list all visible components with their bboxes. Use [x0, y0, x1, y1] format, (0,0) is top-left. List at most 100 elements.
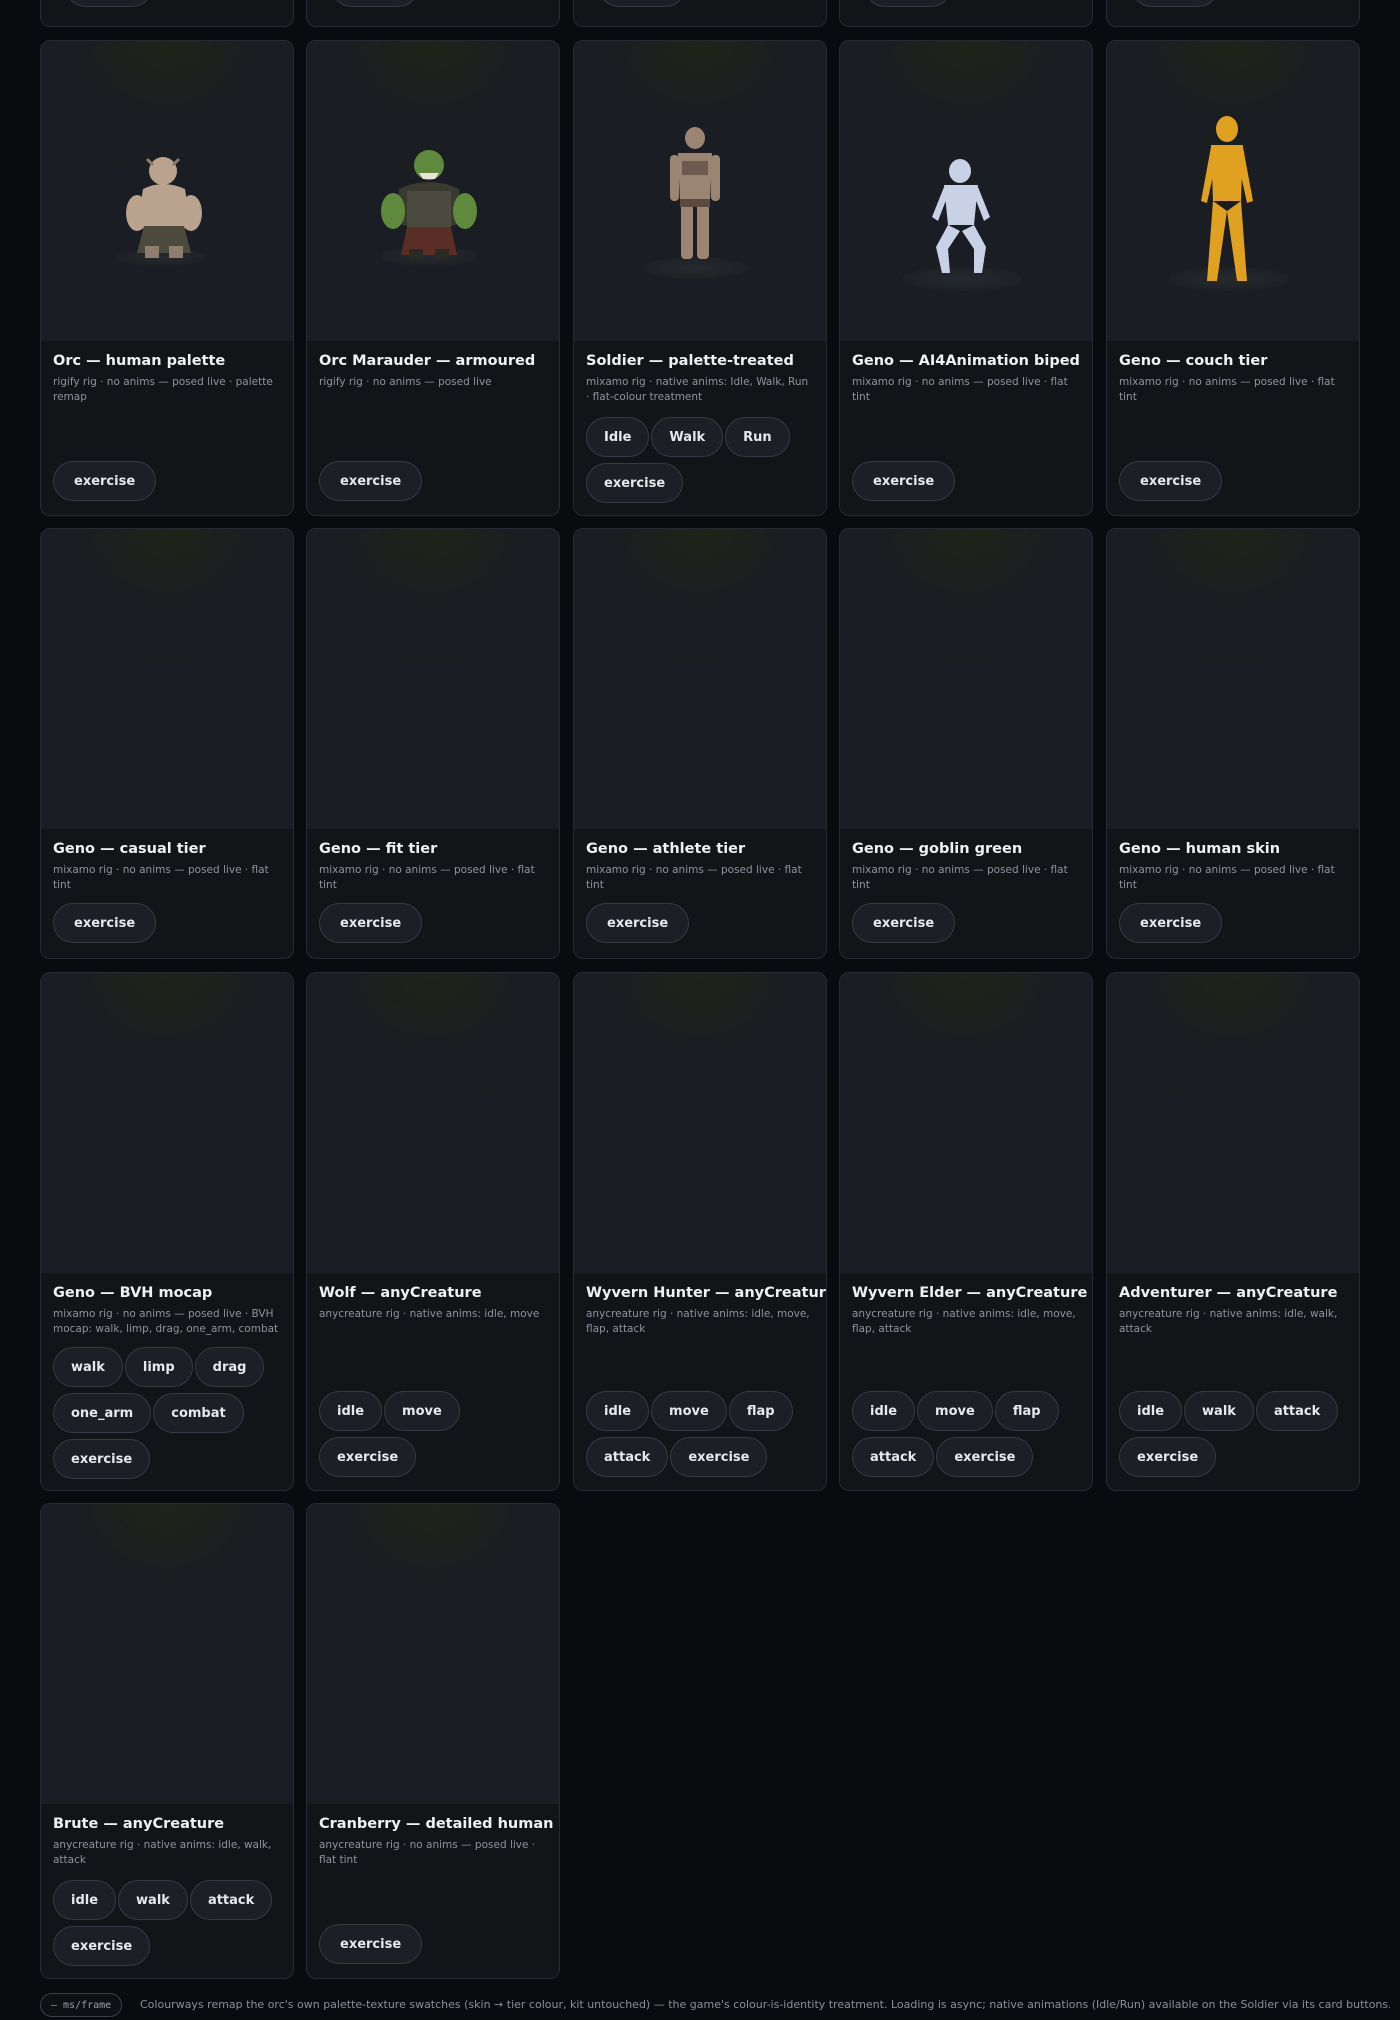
exercise-button[interactable]: exercise — [319, 1437, 417, 1477]
model-preview[interactable] — [41, 41, 293, 341]
card-title: Orc — human palette — [53, 353, 226, 369]
exercise-button[interactable]: exercise — [852, 461, 956, 501]
model-preview[interactable] — [840, 529, 1092, 829]
card-title: Wolf — anyCreature — [319, 1285, 482, 1301]
card-title: Wyvern Elder — anyCreature — [852, 1285, 1088, 1301]
anim-drag-button[interactable]: drag — [194, 1347, 265, 1387]
model-preview[interactable] — [307, 973, 559, 1273]
biped-figure-image — [932, 159, 990, 273]
card-subtitle: mixamo rig · no anims — posed live · fla… — [53, 864, 269, 891]
card-partial — [306, 0, 560, 27]
card-title: Brute — anyCreature — [53, 1816, 225, 1832]
anim-walk-button[interactable]: Walk — [651, 417, 724, 457]
character-card: Wolf — anyCreature anycreature rig · nat… — [306, 972, 560, 1491]
exercise-button[interactable]: exercise — [1119, 1437, 1217, 1477]
card-partial — [573, 0, 827, 27]
anim-idle-button[interactable]: idle — [1119, 1391, 1183, 1431]
anim-limp-button[interactable]: limp — [124, 1347, 193, 1387]
exercise-button[interactable]: exercise — [319, 1924, 423, 1964]
exercise-button[interactable]: exercise — [936, 1437, 1034, 1477]
exercise-button[interactable]: exercise — [319, 903, 423, 943]
anim-idle-button[interactable]: idle — [852, 1391, 916, 1431]
model-preview[interactable] — [41, 973, 293, 1273]
card-title: Cranberry — detailed human — [319, 1816, 554, 1832]
character-card: Geno — casual tier mixamo rig · no anims… — [40, 528, 294, 959]
anim-attack-button[interactable]: attack — [852, 1437, 935, 1477]
model-preview[interactable] — [41, 1504, 293, 1804]
exercise-button[interactable] — [864, 0, 952, 7]
model-preview[interactable] — [307, 1504, 559, 1804]
soldier-figure-image — [670, 127, 720, 259]
anim-attack-button[interactable]: attack — [586, 1437, 669, 1477]
card-subtitle: mixamo rig · no anims — posed live · BVH… — [53, 1308, 279, 1335]
character-card: Geno — AI4Animation biped mixamo rig · n… — [839, 40, 1093, 516]
character-card: Geno — fit tier mixamo rig · no anims — … — [306, 528, 560, 959]
anim-one-arm-button[interactable]: one_arm — [53, 1393, 152, 1433]
model-preview[interactable] — [41, 529, 293, 829]
card-title: Geno — fit tier — [319, 841, 438, 857]
character-card: Orc Marauder — armoured rigify rig · no … — [306, 40, 560, 516]
card-title: Geno — human skin — [1119, 841, 1281, 857]
character-card: Soldier — palette-treated mixamo rig · n… — [573, 40, 827, 516]
anim-walk-button[interactable]: walk — [53, 1347, 123, 1387]
exercise-button[interactable]: exercise — [1119, 903, 1223, 943]
card-subtitle: mixamo rig · native anims: Idle, Walk, R… — [586, 376, 809, 403]
card-title: Geno — AI4Animation biped — [852, 353, 1080, 369]
exercise-button[interactable] — [331, 0, 419, 7]
exercise-button[interactable]: exercise — [319, 461, 423, 501]
exercise-button[interactable]: exercise — [586, 463, 684, 503]
anim-idle-button[interactable]: idle — [319, 1391, 383, 1431]
anim-flap-button[interactable]: flap — [994, 1391, 1059, 1431]
exercise-button[interactable]: exercise — [1119, 461, 1223, 501]
model-preview[interactable] — [307, 41, 559, 341]
exercise-button[interactable]: exercise — [53, 461, 157, 501]
exercise-button[interactable]: exercise — [670, 1437, 768, 1477]
anim-idle-button[interactable]: idle — [586, 1391, 650, 1431]
exercise-button[interactable]: exercise — [53, 1926, 151, 1966]
exercise-button[interactable] — [598, 0, 686, 7]
anim-idle-button[interactable]: idle — [53, 1880, 117, 1920]
model-preview[interactable] — [840, 973, 1092, 1273]
card-title: Adventurer — anyCreature — [1119, 1285, 1338, 1301]
model-preview[interactable] — [574, 41, 826, 341]
exercise-button[interactable] — [1131, 0, 1219, 7]
orc-figure-image — [126, 157, 202, 258]
exercise-button[interactable]: exercise — [53, 1439, 151, 1479]
card-partial — [40, 0, 294, 27]
model-preview[interactable] — [574, 529, 826, 829]
card-partial — [1106, 0, 1360, 27]
anim-walk-button[interactable]: walk — [1184, 1391, 1254, 1431]
model-preview[interactable] — [1107, 973, 1359, 1273]
card-title: Geno — goblin green — [852, 841, 1023, 857]
anim-attack-button[interactable]: attack — [1255, 1391, 1339, 1431]
anim-move-button[interactable]: move — [384, 1391, 460, 1431]
model-preview[interactable] — [1107, 529, 1359, 829]
model-preview[interactable] — [307, 529, 559, 829]
card-title: Geno — couch tier — [1119, 353, 1268, 369]
exercise-button[interactable] — [65, 0, 153, 7]
anim-run-button[interactable]: Run — [725, 417, 790, 457]
exercise-button[interactable]: exercise — [852, 903, 956, 943]
card-title: Wyvern Hunter — anyCreature — [586, 1285, 827, 1301]
anim-move-button[interactable]: move — [651, 1391, 727, 1431]
exercise-button[interactable]: exercise — [586, 903, 690, 943]
anim-walk-button[interactable]: walk — [118, 1880, 188, 1920]
card-subtitle: anycreature rig · native anims: idle, wa… — [53, 1839, 272, 1866]
card-partial — [839, 0, 1093, 27]
anim-flap-button[interactable]: flap — [728, 1391, 793, 1431]
character-card: Brute — anyCreature anycreature rig · na… — [40, 1503, 294, 1979]
character-card: Wyvern Hunter — anyCreature anycreature … — [573, 972, 827, 1491]
anim-move-button[interactable]: move — [917, 1391, 993, 1431]
orc-marauder-figure-image — [381, 150, 477, 259]
model-preview[interactable] — [574, 973, 826, 1273]
couch-tier-figure-image — [1201, 116, 1253, 281]
anim-attack-button[interactable]: attack — [189, 1880, 273, 1920]
card-title: Geno — casual tier — [53, 841, 206, 857]
exercise-button[interactable]: exercise — [53, 903, 157, 943]
character-card: Orc — human palette rigify rig · no anim… — [40, 40, 294, 516]
character-card: Adventurer — anyCreature anycreature rig… — [1106, 972, 1360, 1491]
anim-combat-button[interactable]: combat — [153, 1393, 244, 1433]
model-preview[interactable] — [840, 41, 1092, 341]
anim-idle-button[interactable]: Idle — [586, 417, 650, 457]
model-preview[interactable] — [1107, 41, 1359, 341]
